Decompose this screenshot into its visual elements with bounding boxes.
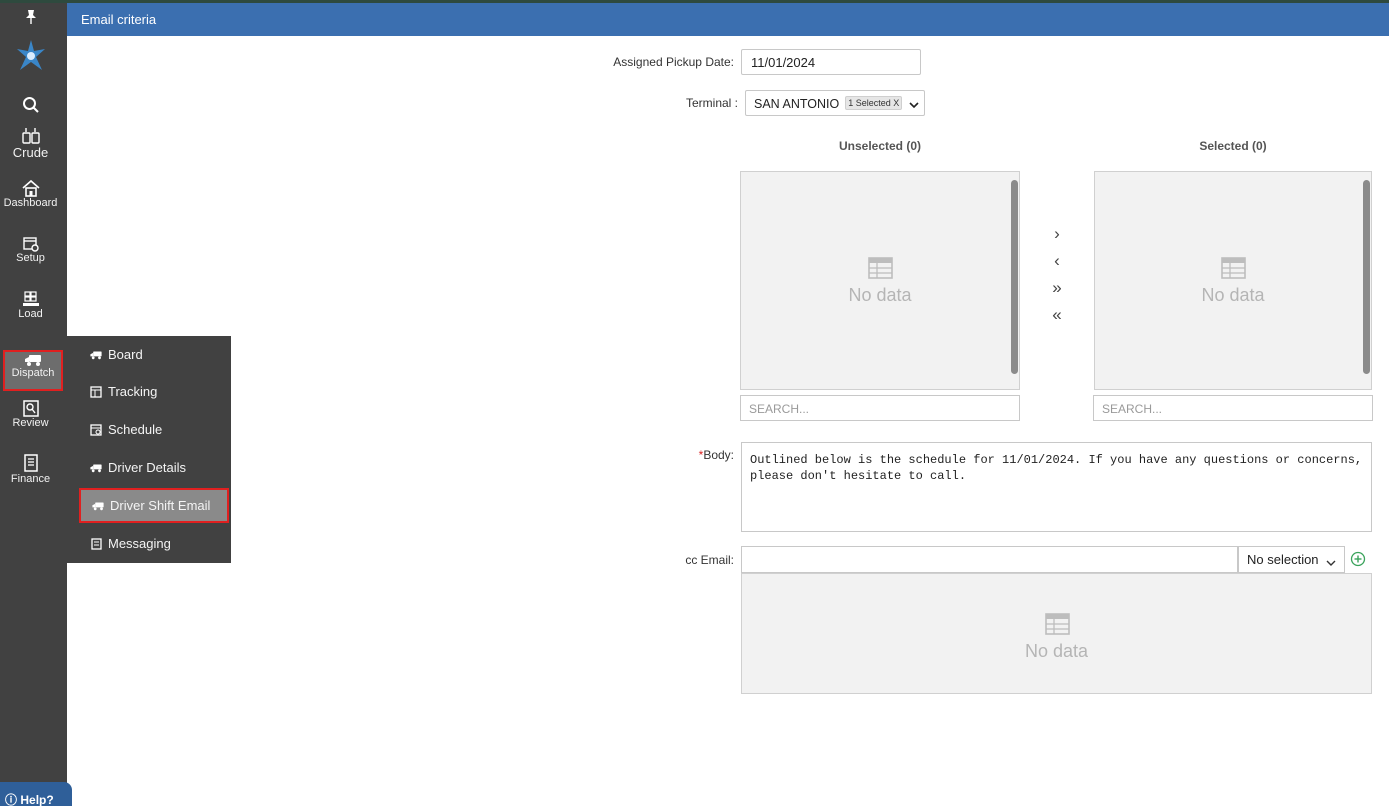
page-title: Email criteria [81, 12, 157, 27]
table-icon [1044, 613, 1070, 638]
nav-label: Review [12, 417, 49, 429]
cc-email-input[interactable] [741, 546, 1238, 573]
unselected-no-data: No data [848, 285, 912, 305]
badge-text: 1 Selected [848, 98, 891, 108]
pickup-date-value: 11/01/2024 [751, 55, 816, 70]
page-header: Email criteria [67, 3, 1389, 36]
body-label-text: Body: [703, 448, 734, 462]
unselected-scrollbar[interactable] [1011, 180, 1018, 374]
terminal-label: Terminal : [685, 96, 738, 110]
nav-label: Dispatch [11, 367, 55, 379]
flyout-item-tracking[interactable]: Tracking [79, 375, 227, 408]
nav-finance[interactable]: Finance [0, 454, 61, 485]
truck-icon [25, 355, 41, 366]
chevron-down-icon [909, 98, 919, 112]
flyout-label: Schedule [108, 422, 163, 437]
add-cc-email-icon[interactable] [1350, 551, 1366, 570]
truck-icon [89, 499, 106, 513]
truck-icon [87, 348, 104, 362]
nav-label: Dashboard [3, 197, 58, 209]
terminal-value: SAN ANTONIO [754, 97, 840, 111]
pickup-date-input[interactable]: 11/01/2024 [741, 49, 921, 75]
help-button[interactable]: ⓘ Help? [0, 782, 72, 807]
schedule-icon [87, 423, 104, 437]
help-label: Help? [20, 793, 54, 807]
unselected-header: Unselected (0) [838, 139, 922, 153]
cc-select-value: No selection [1247, 552, 1319, 567]
tracking-icon [87, 385, 104, 399]
move-all-left-button[interactable]: « [1048, 305, 1066, 325]
flyout-label: Driver Details [108, 460, 187, 475]
home-icon [21, 179, 40, 197]
badge-close-icon[interactable]: X [893, 98, 899, 108]
cc-email-list[interactable]: No data [741, 573, 1372, 694]
pickup-date-label: Assigned Pickup Date: [613, 55, 734, 69]
nav-dispatch[interactable]: Dispatch [3, 350, 63, 391]
nav-label: Finance [10, 473, 51, 485]
nav-label: Load [18, 308, 43, 320]
review-icon [22, 400, 39, 417]
table-icon [1221, 257, 1246, 282]
unselected-search-input[interactable]: SEARCH... [740, 395, 1020, 421]
app-logo-icon[interactable] [0, 39, 61, 73]
selected-list[interactable]: No data [1094, 171, 1372, 390]
crude-barrel-icon [21, 128, 40, 144]
move-all-right-button[interactable]: » [1048, 278, 1066, 298]
flyout-label: Tracking [108, 384, 158, 399]
search-placeholder: SEARCH... [749, 402, 810, 416]
search-placeholder: SEARCH... [1102, 402, 1163, 416]
move-right-button[interactable]: › [1048, 224, 1066, 244]
left-nav: Crude Dashboard Setup Load Dispatch Revi… [0, 3, 67, 803]
pin-icon[interactable] [0, 9, 61, 25]
body-textarea[interactable]: Outlined below is the schedule for 11/01… [741, 442, 1372, 532]
flyout-item-schedule[interactable]: Schedule [79, 413, 227, 446]
load-pallet-icon [22, 291, 39, 306]
search-icon[interactable] [0, 96, 61, 114]
nav-setup[interactable]: Setup [0, 236, 61, 264]
nav-label: Setup [16, 252, 45, 264]
flyout-label: Board [108, 347, 143, 362]
move-left-button[interactable]: ‹ [1048, 251, 1066, 271]
question-icon: ⓘ [5, 793, 18, 807]
nav-crude[interactable]: Crude [0, 127, 61, 160]
truck-icon [87, 461, 104, 475]
messaging-icon [87, 537, 104, 551]
terminal-selected-badge[interactable]: 1 Selected X [845, 96, 903, 110]
selected-search-input[interactable]: SEARCH... [1093, 395, 1373, 421]
cc-email-no-data: No data [1024, 641, 1089, 661]
nav-load[interactable]: Load [0, 291, 61, 320]
table-icon [868, 257, 893, 282]
dispatch-flyout-menu: Board Tracking Schedule Driver Details D… [67, 336, 231, 563]
flyout-item-driver-shift-email[interactable]: Driver Shift Email [79, 488, 229, 523]
selected-scrollbar[interactable] [1363, 180, 1370, 374]
setup-gear-icon [22, 237, 39, 252]
flyout-item-driver-details[interactable]: Driver Details [79, 451, 227, 484]
flyout-label: Driver Shift Email [110, 498, 211, 513]
terminal-select[interactable]: SAN ANTONIO 1 Selected X [745, 90, 925, 116]
cc-email-label: cc Email: [685, 553, 734, 567]
flyout-item-board[interactable]: Board [79, 338, 227, 371]
body-label: *Body: [660, 448, 734, 462]
nav-review[interactable]: Review [0, 400, 61, 429]
chevron-down-icon [1326, 555, 1336, 570]
flyout-item-messaging[interactable]: Messaging [79, 527, 227, 560]
selected-no-data: No data [1201, 285, 1265, 305]
cc-email-select[interactable]: No selection [1238, 546, 1345, 573]
nav-dashboard[interactable]: Dashboard [0, 179, 61, 209]
unselected-list[interactable]: No data [740, 171, 1020, 390]
flyout-label: Messaging [108, 536, 171, 551]
selected-header: Selected (0) [1199, 139, 1267, 153]
finance-document-icon [23, 454, 38, 472]
nav-label: Crude [12, 145, 49, 160]
